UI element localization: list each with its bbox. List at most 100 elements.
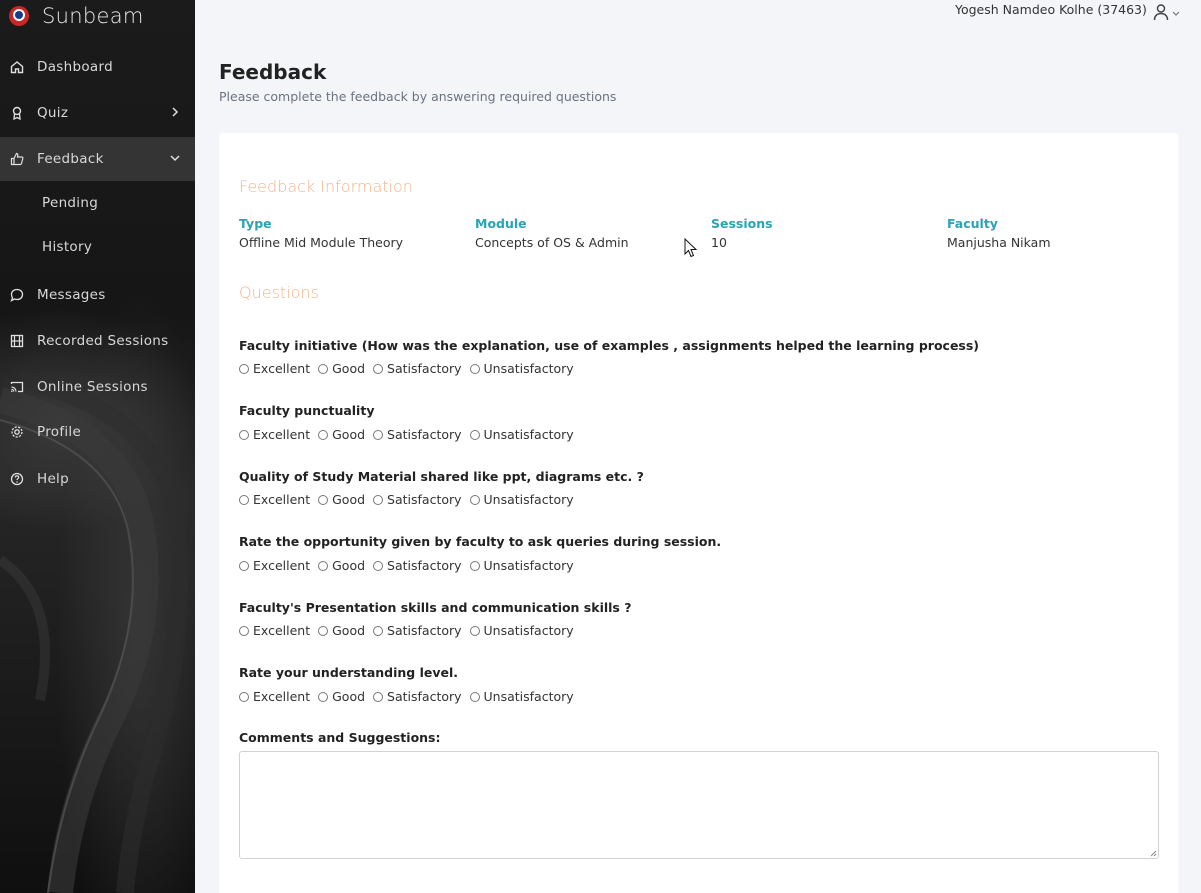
option-label: Unsatisfactory xyxy=(483,623,574,638)
sidebar-item-label: Messages xyxy=(37,287,106,303)
option-good[interactable]: Good xyxy=(318,492,365,507)
faculty-label: Faculty xyxy=(947,216,998,231)
radio-button[interactable] xyxy=(373,691,384,702)
radio-button[interactable] xyxy=(469,494,480,505)
option-satisfactory[interactable]: Satisfactory xyxy=(373,623,462,638)
option-satisfactory[interactable]: Satisfactory xyxy=(373,361,462,376)
user-name: Yogesh Namdeo Kolhe (37463) xyxy=(955,2,1147,17)
option-label: Satisfactory xyxy=(387,361,462,376)
option-satisfactory[interactable]: Satisfactory xyxy=(373,558,462,573)
sidebar-subitem-pending[interactable]: Pending xyxy=(0,183,195,223)
radio-button[interactable] xyxy=(373,363,384,374)
option-excellent[interactable]: Excellent xyxy=(239,623,310,638)
rating-options: Excellent Good Satisfactory Unsatisfacto… xyxy=(239,623,582,638)
radio-button[interactable] xyxy=(469,429,480,440)
sidebar-item-help[interactable]: Help xyxy=(0,457,195,501)
thumbs-up-icon xyxy=(10,152,24,166)
radio-button[interactable] xyxy=(239,494,249,505)
radio-button[interactable] xyxy=(469,691,480,702)
chevron-right-icon xyxy=(172,107,179,117)
award-icon xyxy=(10,106,24,120)
sidebar-item-dashboard[interactable]: Dashboard xyxy=(0,45,195,89)
option-unsatisfactory[interactable]: Unsatisfactory xyxy=(469,558,574,573)
option-unsatisfactory[interactable]: Unsatisfactory xyxy=(469,427,574,442)
radio-button[interactable] xyxy=(239,363,249,374)
mouse-cursor-icon xyxy=(684,238,698,258)
option-good[interactable]: Good xyxy=(318,427,365,442)
rating-options: Excellent Good Satisfactory Unsatisfacto… xyxy=(239,427,582,442)
radio-button[interactable] xyxy=(239,691,249,702)
radio-button[interactable] xyxy=(239,560,249,571)
comments-textarea[interactable] xyxy=(239,751,1159,859)
feedback-information-heading: Feedback Information xyxy=(239,177,413,196)
option-excellent[interactable]: Excellent xyxy=(239,492,310,507)
option-label: Satisfactory xyxy=(387,427,462,442)
option-label: Good xyxy=(332,623,366,638)
option-unsatisfactory[interactable]: Unsatisfactory xyxy=(469,492,574,507)
radio-button[interactable] xyxy=(373,560,384,571)
radio-button[interactable] xyxy=(373,625,384,636)
sidebar-item-label: Recorded Sessions xyxy=(37,333,169,349)
option-label: Good xyxy=(332,689,366,704)
sidebar-item-label: Dashboard xyxy=(37,59,113,75)
sidebar-item-quiz[interactable]: Quiz xyxy=(0,91,195,135)
option-excellent[interactable]: Excellent xyxy=(239,361,310,376)
option-label: Good xyxy=(332,558,366,573)
option-good[interactable]: Good xyxy=(318,689,365,704)
chevron-down-icon xyxy=(170,155,180,162)
message-icon xyxy=(10,288,24,302)
sidebar-item-label: Profile xyxy=(37,424,82,440)
option-label: Satisfactory xyxy=(387,689,462,704)
radio-button[interactable] xyxy=(239,625,249,636)
sidebar-item-label: Online Sessions xyxy=(37,379,148,395)
option-label: Good xyxy=(332,492,366,507)
sidebar-item-recorded-sessions[interactable]: Recorded Sessions xyxy=(0,319,195,363)
page-title: Feedback xyxy=(219,60,327,84)
option-excellent[interactable]: Excellent xyxy=(239,689,310,704)
option-label: Excellent xyxy=(253,361,311,376)
rating-options: Excellent Good Satisfactory Unsatisfacto… xyxy=(239,492,582,507)
radio-button[interactable] xyxy=(239,429,249,440)
option-satisfactory[interactable]: Satisfactory xyxy=(373,689,462,704)
radio-button[interactable] xyxy=(469,363,480,374)
option-label: Unsatisfactory xyxy=(483,558,574,573)
radio-button[interactable] xyxy=(469,560,480,571)
option-satisfactory[interactable]: Satisfactory xyxy=(373,492,462,507)
type-value: Offline Mid Module Theory xyxy=(239,235,404,250)
caret-down-icon[interactable] xyxy=(1172,11,1180,17)
option-unsatisfactory[interactable]: Unsatisfactory xyxy=(469,361,574,376)
option-excellent[interactable]: Excellent xyxy=(239,558,310,573)
radio-button[interactable] xyxy=(318,691,329,702)
option-good[interactable]: Good xyxy=(318,558,365,573)
radio-button[interactable] xyxy=(373,429,384,440)
option-unsatisfactory[interactable]: Unsatisfactory xyxy=(469,689,574,704)
option-unsatisfactory[interactable]: Unsatisfactory xyxy=(469,623,574,638)
radio-button[interactable] xyxy=(318,429,329,440)
radio-button[interactable] xyxy=(318,625,329,636)
brand[interactable]: Sunbeam xyxy=(0,0,195,32)
radio-button[interactable] xyxy=(469,625,480,636)
sidebar-subitem-history[interactable]: History xyxy=(0,227,195,267)
sidebar-item-profile[interactable]: Profile xyxy=(0,410,195,454)
resize-grip-icon[interactable] xyxy=(1149,849,1157,857)
radio-button[interactable] xyxy=(373,494,384,505)
sidebar-item-messages[interactable]: Messages xyxy=(0,273,195,317)
faculty-value: Manjusha Nikam xyxy=(947,235,1051,250)
sidebar-item-feedback[interactable]: Feedback xyxy=(0,137,195,181)
option-good[interactable]: Good xyxy=(318,623,365,638)
radio-button[interactable] xyxy=(318,363,329,374)
sessions-label: Sessions xyxy=(711,216,773,231)
comments-label: Comments and Suggestions: xyxy=(239,730,441,745)
option-good[interactable]: Good xyxy=(318,361,365,376)
rating-options: Excellent Good Satisfactory Unsatisfacto… xyxy=(239,558,582,573)
sidebar-item-online-sessions[interactable]: Online Sessions xyxy=(0,365,195,409)
option-label: Good xyxy=(332,427,366,442)
radio-button[interactable] xyxy=(318,494,329,505)
home-icon xyxy=(10,60,24,74)
option-excellent[interactable]: Excellent xyxy=(239,427,310,442)
questions-heading: Questions xyxy=(239,283,319,302)
option-satisfactory[interactable]: Satisfactory xyxy=(373,427,462,442)
user-icon[interactable] xyxy=(1153,3,1169,21)
radio-button[interactable] xyxy=(318,560,329,571)
question-faculty-punctuality: Faculty punctuality xyxy=(239,403,375,418)
